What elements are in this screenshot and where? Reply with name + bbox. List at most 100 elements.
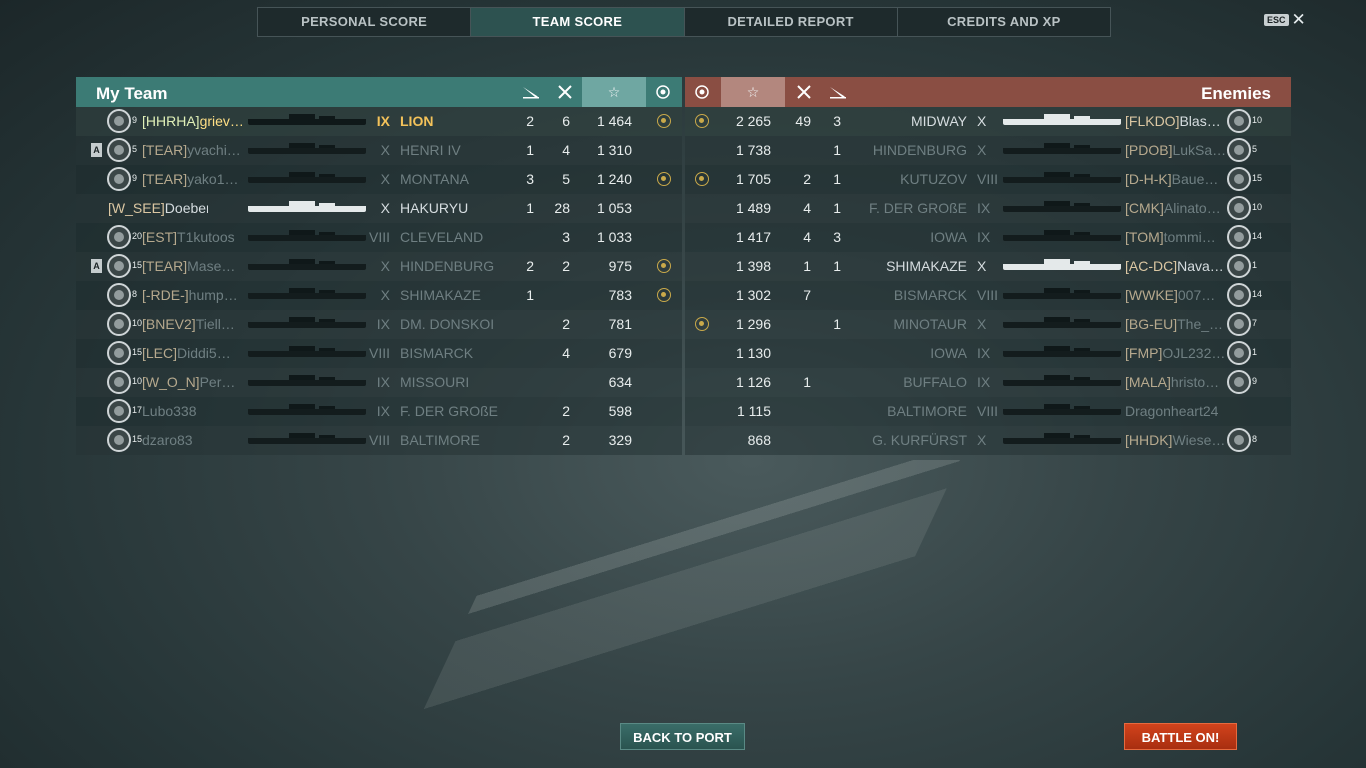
- rank-icon: [107, 254, 131, 278]
- torpedo-count: 1: [833, 171, 841, 187]
- battle-on-button[interactable]: BATTLE ON!: [1124, 723, 1237, 750]
- rank-number: 8: [132, 289, 138, 299]
- player-name: [TEAR]yvachi…: [142, 136, 242, 165]
- clan-tag: [TEAR]: [142, 142, 188, 158]
- player-row[interactable]: 1 115 BALTIMORE VIII Dragonheart24: [685, 397, 1291, 426]
- player-row[interactable]: 8 [-RDE-]hump… X SHIMAKAZE 1 783: [76, 281, 682, 310]
- tab-team-score[interactable]: TEAM SCORE: [471, 8, 685, 36]
- player-row[interactable]: 1 126 1 BUFFALO IX [MALA]hristo… 9: [685, 368, 1291, 397]
- torpedo-count: 1: [833, 200, 841, 216]
- player-row[interactable]: 9 [TEAR]yako1… X MONTANA 3 5 1 240: [76, 165, 682, 194]
- player-name: [MALA]hristo…: [1125, 368, 1225, 397]
- player-name: [PDOB]LukSa…: [1125, 136, 1225, 165]
- player-row[interactable]: 1 489 4 1 F. DER GROßE IX [CMK]Alinato… 10: [685, 194, 1291, 223]
- base-xp-score: 1 464: [596, 113, 632, 129]
- esc-key-label: ESC: [1264, 14, 1289, 26]
- ship-tier: IX: [376, 113, 390, 129]
- base-xp-score: 1 398: [735, 258, 771, 274]
- rank-number: 7: [1252, 318, 1258, 328]
- rank-icon: [107, 341, 131, 365]
- tab-credits-and-xp[interactable]: CREDITS AND XP: [898, 8, 1110, 36]
- player-name: [EST]T1kutoos: [142, 223, 242, 252]
- ship-tier: IX: [376, 403, 390, 419]
- player-row[interactable]: 20 [EST]T1kutoos VIII CLEVELAND 3 1 033: [76, 223, 682, 252]
- player-nickname: Baue…: [1171, 171, 1219, 187]
- player-row[interactable]: A 5 [TEAR]yvachi… X HENRI IV 1 4 1 310: [76, 136, 682, 165]
- clan-tag: [FLKDO]: [1125, 113, 1180, 129]
- ship-silhouette-icon: [248, 433, 366, 444]
- kills-count: 4: [562, 345, 570, 361]
- ship-name: BALTIMORE: [400, 432, 480, 448]
- player-nickname: Alinato…: [1163, 200, 1221, 216]
- player-row[interactable]: 15 dzaro83 VIII BALTIMORE 2 329: [76, 426, 682, 455]
- rank-icon: [1227, 225, 1251, 249]
- player-row[interactable]: 15 [LEC]Diddi5… VIII BISMARCK 4 679: [76, 339, 682, 368]
- rank-number: 1: [1252, 347, 1258, 357]
- star-icon[interactable]: ☆: [582, 77, 646, 107]
- clan-tag: [CMK]: [1125, 200, 1164, 216]
- player-row[interactable]: [W_SEE]Doebernitz X HAKURYU 1 28 1 053: [76, 194, 682, 223]
- player-row[interactable]: 1 398 1 1 SHIMAKAZE X [AC-DC]Nava… 1: [685, 252, 1291, 281]
- ship-silhouette-icon: [1003, 288, 1121, 299]
- player-nickname: yvachi…: [187, 142, 241, 158]
- player-row[interactable]: 2 265 49 3 MIDWAY X [FLKDO]Blas… 10: [685, 107, 1291, 136]
- ship-name: BISMARCK: [400, 345, 474, 361]
- player-row[interactable]: A 15 [TEAR]Mase… X HINDENBURG 2 2 975: [76, 252, 682, 281]
- back-to-port-button[interactable]: BACK TO PORT: [620, 723, 745, 750]
- player-row[interactable]: 1 130 IOWA IX [FMP]OJL232… 1: [685, 339, 1291, 368]
- player-name: [FLKDO]Blas…: [1125, 107, 1225, 136]
- kills-count: 2: [562, 432, 570, 448]
- player-row[interactable]: 1 705 2 1 KUTUZOV VIII [D-H-K]Baue… 15: [685, 165, 1291, 194]
- base-xp-score: 1 033: [596, 229, 632, 245]
- close-button[interactable]: ESC ✕: [1264, 11, 1306, 28]
- base-xp-score: 598: [608, 403, 632, 419]
- clan-tag: [TEAR]: [142, 258, 188, 274]
- rank-number: 15: [1252, 173, 1263, 183]
- kills-count: 28: [554, 200, 570, 216]
- star-icon[interactable]: ☆: [721, 77, 785, 107]
- base-xp-score: 1 126: [735, 374, 771, 390]
- ship-silhouette-icon: [1003, 230, 1121, 241]
- player-row[interactable]: 1 296 1 MINOTAUR X [BG-EU]The_… 7: [685, 310, 1291, 339]
- player-row[interactable]: 9 [HHRHA]griev… IX LION 2 6 1 464: [76, 107, 682, 136]
- ship-silhouette-icon: [1003, 317, 1121, 328]
- tab-personal-score[interactable]: PERSONAL SCORE: [258, 8, 472, 36]
- player-name: [TOM]tommi…: [1125, 223, 1225, 252]
- kills-count: 49: [795, 113, 811, 129]
- player-row[interactable]: 1 738 1 HINDENBURG X [PDOB]LukSa… 5: [685, 136, 1291, 165]
- base-xp-score: 1 310: [596, 142, 632, 158]
- tab-detailed-report[interactable]: DETAILED REPORT: [685, 8, 898, 36]
- rank-number: 15: [132, 347, 143, 357]
- enemies-rows: 2 265 49 3 MIDWAY X [FLKDO]Blas… 10 1 738 1 HINDE…: [685, 107, 1291, 455]
- rank-icon: [1227, 138, 1251, 162]
- torpedo-count: 3: [526, 171, 534, 187]
- kills-count: 1: [803, 374, 811, 390]
- rank-number: 9: [132, 115, 138, 125]
- player-row[interactable]: 17 Lubo338 IX F. DER GROßE 2 598: [76, 397, 682, 426]
- rank-number: 8: [1252, 434, 1258, 444]
- ship-silhouette-icon: [1003, 404, 1121, 415]
- player-name: [CMK]Alinato…: [1125, 194, 1225, 223]
- player-nickname: dzaro83: [142, 432, 193, 448]
- player-row[interactable]: 10 [BNEV2]Tiell… IX DM. DONSKOI 2 781: [76, 310, 682, 339]
- player-nickname: 007…: [1177, 287, 1216, 303]
- ship-silhouette-icon: [1003, 375, 1121, 386]
- clan-tag: [BNEV2]: [142, 316, 196, 332]
- kills-count: 3: [562, 229, 570, 245]
- player-name: [BNEV2]Tiell…: [142, 310, 242, 339]
- ship-silhouette-icon: [1003, 433, 1121, 444]
- player-row[interactable]: 1 417 4 3 IOWA IX [TOM]tommi… 14: [685, 223, 1291, 252]
- player-row[interactable]: 868 G. KURFÜRST X [HHDK]Wiese… 8: [685, 426, 1291, 455]
- ship-silhouette-icon: [248, 114, 366, 125]
- player-row[interactable]: 10 [W_O_N]Per… IX MISSOURI 634: [76, 368, 682, 397]
- clan-tag: [W_SEE]: [108, 200, 165, 216]
- clan-tag: [LEC]: [142, 345, 178, 361]
- clan-tag: [HHDK]: [1125, 432, 1173, 448]
- player-nickname: Dragonheart24: [1125, 403, 1219, 419]
- base-xp-score: 1 053: [596, 200, 632, 216]
- rank-number: 15: [132, 260, 143, 270]
- base-xp-score: 679: [608, 345, 632, 361]
- player-row[interactable]: 1 302 7 BISMARCK VIII [WWKE]007… 14: [685, 281, 1291, 310]
- my-team-header: My Team ☆: [76, 77, 682, 107]
- player-name: [-RDE-]hump…: [142, 281, 242, 310]
